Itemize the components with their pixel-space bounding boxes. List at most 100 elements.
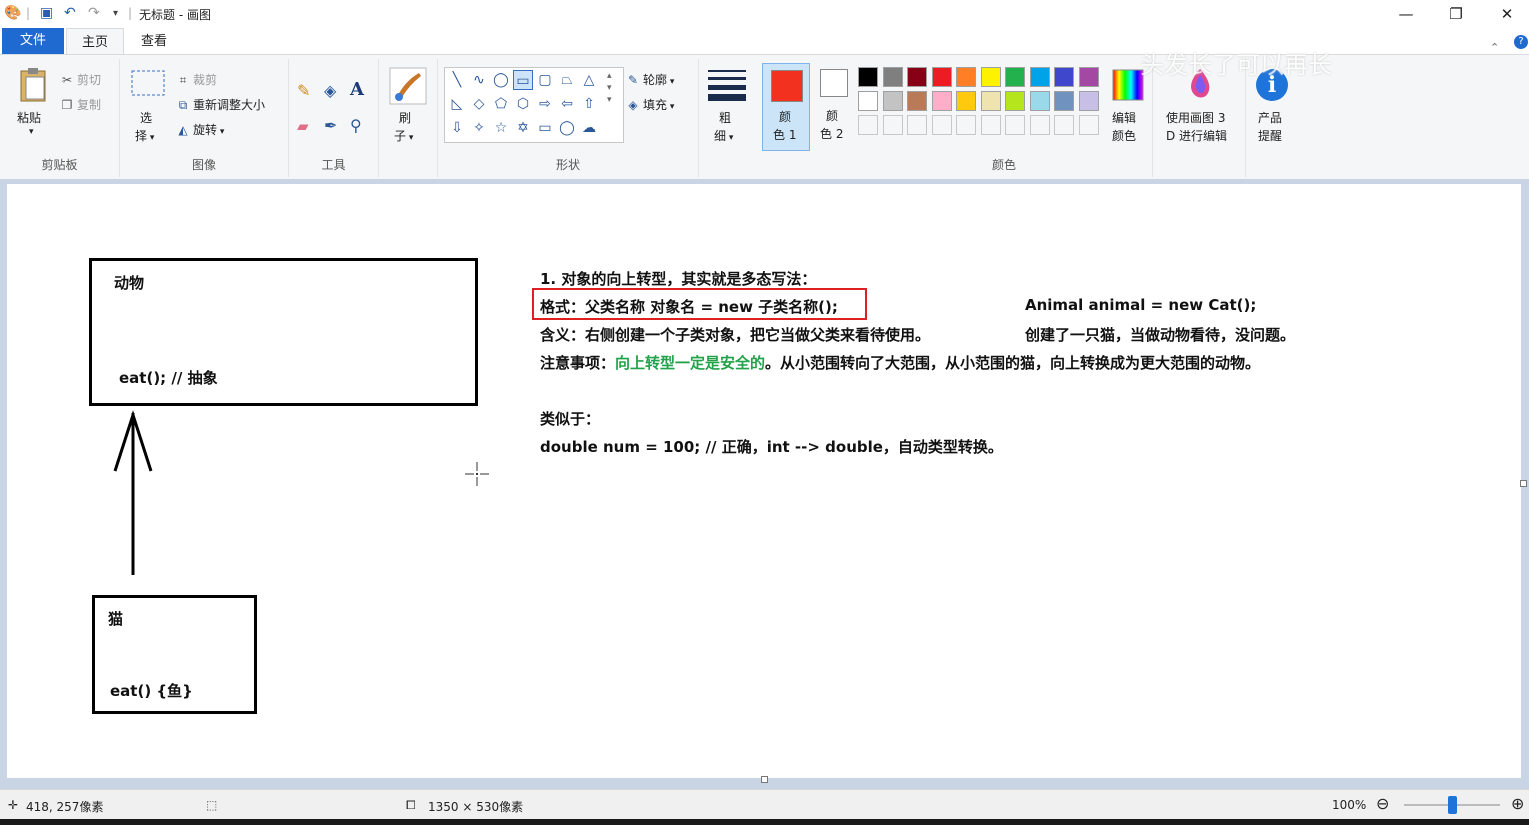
edit-colors-label-1[interactable]: 编辑 <box>1112 109 1136 126</box>
paint3d-label-1[interactable]: 使用画图 3 <box>1166 109 1225 126</box>
empty-color-slot[interactable] <box>980 115 1001 135</box>
size-label-2[interactable]: 细 ▾ <box>714 127 733 144</box>
color-swatch[interactable] <box>1054 67 1074 87</box>
size-label-1[interactable]: 粗 <box>719 109 731 126</box>
curve-shape-icon[interactable]: ∿ <box>469 70 489 90</box>
rotate-button[interactable]: ◭ 旋转 ▾ <box>176 121 224 138</box>
pencil-icon[interactable]: ✎ <box>297 81 310 100</box>
edit-colors-label-2[interactable]: 颜色 <box>1112 127 1136 144</box>
paste-button[interactable]: 粘贴 <box>17 109 41 126</box>
select-icon[interactable] <box>130 69 166 99</box>
color-swatch[interactable] <box>858 91 878 111</box>
rounded-rectangle-shape-icon[interactable]: ▢ <box>535 70 555 90</box>
polygon-shape-icon[interactable]: ⏢ <box>557 70 577 90</box>
hexagon-shape-icon[interactable]: ⬡ <box>513 94 533 114</box>
collapse-ribbon-icon[interactable]: ⌃ <box>1490 41 1499 54</box>
color-swatch[interactable] <box>980 67 1001 87</box>
empty-color-slot[interactable] <box>956 115 976 135</box>
pentagon-shape-icon[interactable]: ⬠ <box>491 94 511 114</box>
color1-button[interactable]: 颜 色 1 <box>762 63 810 151</box>
tab-home[interactable]: 主页 <box>66 28 124 55</box>
zoom-slider-thumb[interactable] <box>1448 796 1457 814</box>
resize-button[interactable]: ⧉ 重新调整大小 <box>176 96 265 113</box>
color-swatch[interactable] <box>956 91 976 111</box>
gallery-scroll-icon[interactable]: ▴ ▾ ▾ <box>607 70 612 106</box>
rect-callout-shape-icon[interactable]: ▭ <box>535 118 555 138</box>
resize-handle-right[interactable] <box>1520 480 1527 487</box>
color-swatch[interactable] <box>1078 91 1099 111</box>
empty-color-slot[interactable] <box>882 115 903 135</box>
line-shape-icon[interactable]: ╲ <box>447 70 467 90</box>
empty-color-slot[interactable] <box>931 115 952 135</box>
save-icon[interactable]: ▣ <box>40 5 53 21</box>
select-label-2[interactable]: 择 ▾ <box>135 127 154 144</box>
right-triangle-shape-icon[interactable]: ◺ <box>447 94 467 114</box>
empty-color-slot[interactable] <box>907 115 927 135</box>
color2-button[interactable]: 颜 色 2 <box>812 63 856 149</box>
select-label-1[interactable]: 选 <box>140 109 152 126</box>
color-swatch[interactable] <box>907 91 927 111</box>
text-tool-icon[interactable]: A <box>350 79 364 100</box>
paint3d-label-2[interactable]: D 进行编辑 <box>1166 127 1227 144</box>
tab-file[interactable]: 文件 <box>2 28 64 54</box>
color-swatch[interactable] <box>882 91 903 111</box>
fill-bucket-icon[interactable]: ◈ <box>324 81 336 100</box>
empty-color-slot[interactable] <box>1054 115 1074 135</box>
empty-color-slot[interactable] <box>1005 115 1025 135</box>
product-label-1[interactable]: 产品 <box>1258 109 1282 126</box>
color-swatch[interactable] <box>1005 91 1025 111</box>
zoom-out-button[interactable]: ⊖ <box>1376 794 1389 813</box>
close-button[interactable]: ✕ <box>1487 3 1527 25</box>
down-arrow-shape-icon[interactable]: ⇩ <box>447 118 467 138</box>
undo-icon[interactable]: ↶ <box>64 5 76 21</box>
diamond-shape-icon[interactable]: ◇ <box>469 94 489 114</box>
minimize-button[interactable]: — <box>1386 3 1426 25</box>
restore-button[interactable]: ❐ <box>1436 3 1476 25</box>
right-arrow-shape-icon[interactable]: ⇨ <box>535 94 555 114</box>
color-swatch[interactable] <box>858 67 878 87</box>
product-label-2[interactable]: 提醒 <box>1258 127 1282 144</box>
color-picker-icon[interactable]: ✒ <box>324 116 337 135</box>
empty-color-slot[interactable] <box>858 115 878 135</box>
five-point-star-shape-icon[interactable]: ☆ <box>491 118 511 138</box>
empty-color-slot[interactable] <box>1078 115 1099 135</box>
rectangle-shape-icon[interactable]: ▭ <box>513 70 533 90</box>
help-icon[interactable]: ? <box>1514 35 1528 49</box>
color-swatch[interactable] <box>1029 67 1050 87</box>
line-thickness-icon[interactable] <box>708 69 746 101</box>
tab-view[interactable]: 查看 <box>126 28 182 54</box>
customize-toolbar-icon[interactable]: ▾ <box>113 8 118 19</box>
eraser-icon[interactable]: ▰ <box>297 117 309 135</box>
drawing-canvas[interactable]: 动物 eat(); // 抽象 猫 eat() {鱼} 1. 对象的向上转型，其… <box>7 184 1527 783</box>
resize-handle-bottom[interactable] <box>761 776 768 783</box>
color-swatch[interactable] <box>882 67 903 87</box>
color-swatch[interactable] <box>907 67 927 87</box>
empty-color-slot[interactable] <box>1029 115 1050 135</box>
fill-button[interactable]: ◈ 填充 ▾ <box>626 96 674 113</box>
cloud-callout-shape-icon[interactable]: ☁ <box>579 118 599 138</box>
six-point-star-shape-icon[interactable]: ✡ <box>513 118 533 138</box>
zoom-in-button[interactable]: ⊕ <box>1511 794 1524 813</box>
brush-label-1[interactable]: 刷 <box>399 109 411 126</box>
color-swatch[interactable] <box>931 91 952 111</box>
copy-button[interactable]: ❐ 复制 <box>60 96 101 113</box>
color-swatch[interactable] <box>931 67 952 87</box>
up-arrow-shape-icon[interactable]: ⇧ <box>579 94 599 114</box>
brush-icon[interactable] <box>389 67 427 105</box>
outline-button[interactable]: ✎ 轮廓 ▾ <box>626 71 674 88</box>
brush-label-2[interactable]: 子 ▾ <box>394 127 413 144</box>
color-swatch[interactable] <box>1078 67 1099 87</box>
redo-icon[interactable]: ↷ <box>88 5 100 21</box>
four-point-star-shape-icon[interactable]: ✧ <box>469 118 489 138</box>
cut-button[interactable]: ✂ 剪切 <box>60 71 101 88</box>
color-swatch[interactable] <box>1029 91 1050 111</box>
crop-button[interactable]: ⌗ 裁剪 <box>176 71 217 88</box>
color-swatch[interactable] <box>956 67 976 87</box>
color-swatch[interactable] <box>1054 91 1074 111</box>
oval-shape-icon[interactable]: ◯ <box>491 70 511 90</box>
magnifier-icon[interactable]: ⚲ <box>350 116 362 135</box>
triangle-shape-icon[interactable]: △ <box>579 70 599 90</box>
color-swatch[interactable] <box>980 91 1001 111</box>
oval-callout-shape-icon[interactable]: ◯ <box>557 118 577 138</box>
paste-icon[interactable] <box>18 67 48 103</box>
